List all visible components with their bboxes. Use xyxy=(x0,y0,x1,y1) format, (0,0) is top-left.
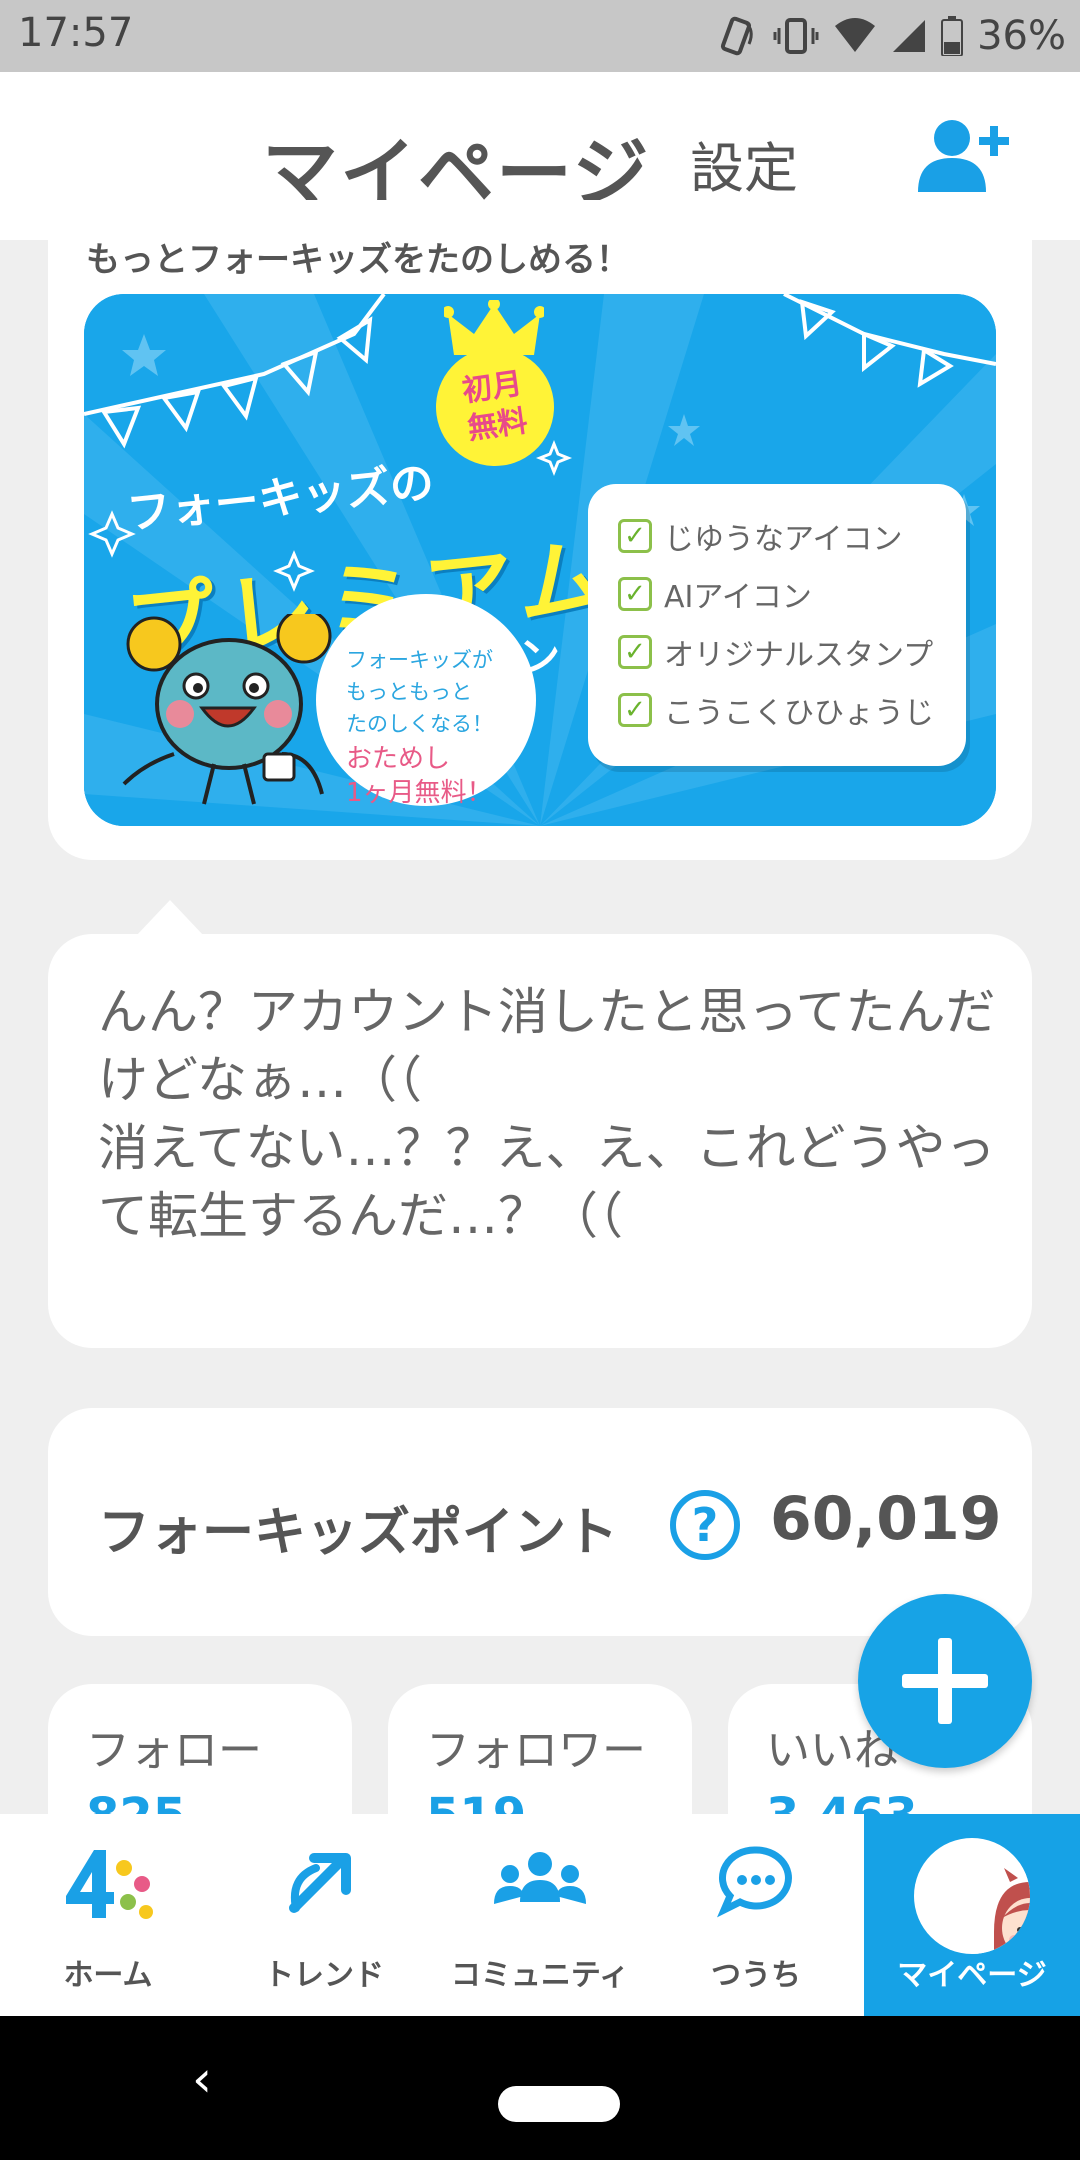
check-icon: ✓ xyxy=(618,693,652,727)
points-label: フォーキッズポイント xyxy=(98,1503,619,1563)
nav-notify-label: つうち xyxy=(711,1958,801,1993)
stat-label: フォロワー xyxy=(426,1725,646,1776)
nfc-icon xyxy=(721,16,753,56)
feature-item: ✓ オリジナルスタンプ xyxy=(618,630,933,674)
feature-label: じゆうなアイコン xyxy=(664,522,903,557)
feature-item: ✓ AIアイコン xyxy=(618,572,812,616)
feature-item: ✓ じゆうなアイコン xyxy=(618,514,903,558)
bottom-navigation: ホーム トレンド コミュニティ つうち マイページ xyxy=(0,1814,1080,2016)
bubble-trial-text: おためし 1ヶ月無料！ xyxy=(346,742,493,810)
status-icons: 36% xyxy=(719,10,1066,62)
profile-message-text: んん？アカウント消したと思ってたんだけどなぁ…（（ 消えてない…？？え、え、これ… xyxy=(98,983,996,1245)
stat-value: 825 xyxy=(86,1788,186,1814)
feature-label: こうこくひひょうじ xyxy=(664,696,934,731)
back-icon[interactable]: ‹ xyxy=(192,2050,212,2108)
nav-mypage-label: マイページ xyxy=(897,1958,1047,1993)
create-post-button[interactable] xyxy=(858,1594,1032,1768)
add-user-icon[interactable] xyxy=(912,116,1012,196)
feature-label: AIアイコン xyxy=(664,580,812,615)
check-icon: ✓ xyxy=(618,635,652,669)
signal-icon xyxy=(893,20,926,52)
status-time: 17:57 xyxy=(18,10,134,56)
nav-notify[interactable]: つうち xyxy=(648,1814,864,2016)
battery-icon xyxy=(941,16,964,56)
bubble-line-3: たのしくなる！ xyxy=(346,712,493,736)
premium-caption: もっとフォーキッズをたのしめる！ xyxy=(86,240,630,280)
promo-speech-bubble: フォーキッズが もっともっと たのしくなる！ おためし 1ヶ月無料！ xyxy=(316,594,536,808)
nav-mypage[interactable]: マイページ xyxy=(864,1814,1080,2016)
vibrate-icon xyxy=(773,18,819,54)
help-icon[interactable]: ? xyxy=(670,1490,740,1560)
nav-home-label: ホーム xyxy=(63,1958,153,1993)
wifi-icon xyxy=(835,18,876,52)
status-bar: 17:57 36% xyxy=(0,0,1080,72)
trend-arrow-icon xyxy=(289,1853,351,1913)
nav-trend[interactable]: トレンド xyxy=(216,1814,432,2016)
premium-feature-list: ✓ じゆうなアイコン ✓ AIアイコン ✓ オリジナルスタンプ ✓ こうこくひひょうじ xyxy=(588,484,966,766)
stat-value: 3,463 xyxy=(766,1788,918,1814)
nav-community-label: コミュニティ xyxy=(450,1958,630,1993)
nav-community[interactable]: コミュニティ xyxy=(432,1814,648,2016)
premium-card: もっとフォーキッズをたのしめる！ 初月 無料 フォーキッズの プレミアム プラン xyxy=(48,200,1032,860)
battery-level: 36% xyxy=(977,13,1066,59)
bubble-line-5: 1ヶ月無料！ xyxy=(346,778,493,808)
badge-line-2: 無料 xyxy=(465,403,530,447)
nav-home[interactable]: ホーム xyxy=(0,1814,216,2016)
feature-item: ✓ こうこくひひょうじ xyxy=(618,688,934,732)
stat-value: 519 xyxy=(426,1788,526,1814)
premium-plan-banner[interactable]: 初月 無料 フォーキッズの プレミアム プラン フォーキッズが もっともっと た… xyxy=(84,294,996,826)
avatar xyxy=(914,1838,1030,1954)
settings-button[interactable]: 設定 xyxy=(690,124,798,203)
points-value: 60,019 xyxy=(770,1484,1002,1554)
mascot-character-icon xyxy=(122,614,332,805)
follow-count-card[interactable]: フォロー 825 xyxy=(48,1684,352,1814)
profile-message-bubble[interactable]: んん？アカウント消したと思ってたんだけどなぁ…（（ 消えてない…？？え、え、これ… xyxy=(48,900,1032,1348)
bubble-line-4: おためし xyxy=(346,744,451,774)
home-pill-button[interactable] xyxy=(498,2086,620,2122)
follower-count-card[interactable]: フォロワー 519 xyxy=(388,1684,692,1814)
check-icon: ✓ xyxy=(618,577,652,611)
bubble-text: フォーキッズが もっともっと たのしくなる！ xyxy=(346,644,493,740)
stat-label: フォロー xyxy=(86,1725,262,1776)
bubble-line-2: もっともっと xyxy=(346,680,472,704)
community-icon xyxy=(494,1852,586,1904)
bubble-tail xyxy=(136,900,204,936)
chat-bubble-icon xyxy=(717,1846,792,1918)
avatar-girl-icon xyxy=(972,1862,1030,1954)
home-logo-icon xyxy=(66,1850,153,1919)
nav-trend-label: トレンド xyxy=(264,1958,384,1993)
system-navigation-bar: ‹ xyxy=(0,2016,1080,2160)
bubble-line-1: フォーキッズが xyxy=(346,648,493,672)
check-icon: ✓ xyxy=(618,519,652,553)
feature-label: オリジナルスタンプ xyxy=(664,638,934,673)
plus-icon xyxy=(902,1638,988,1724)
